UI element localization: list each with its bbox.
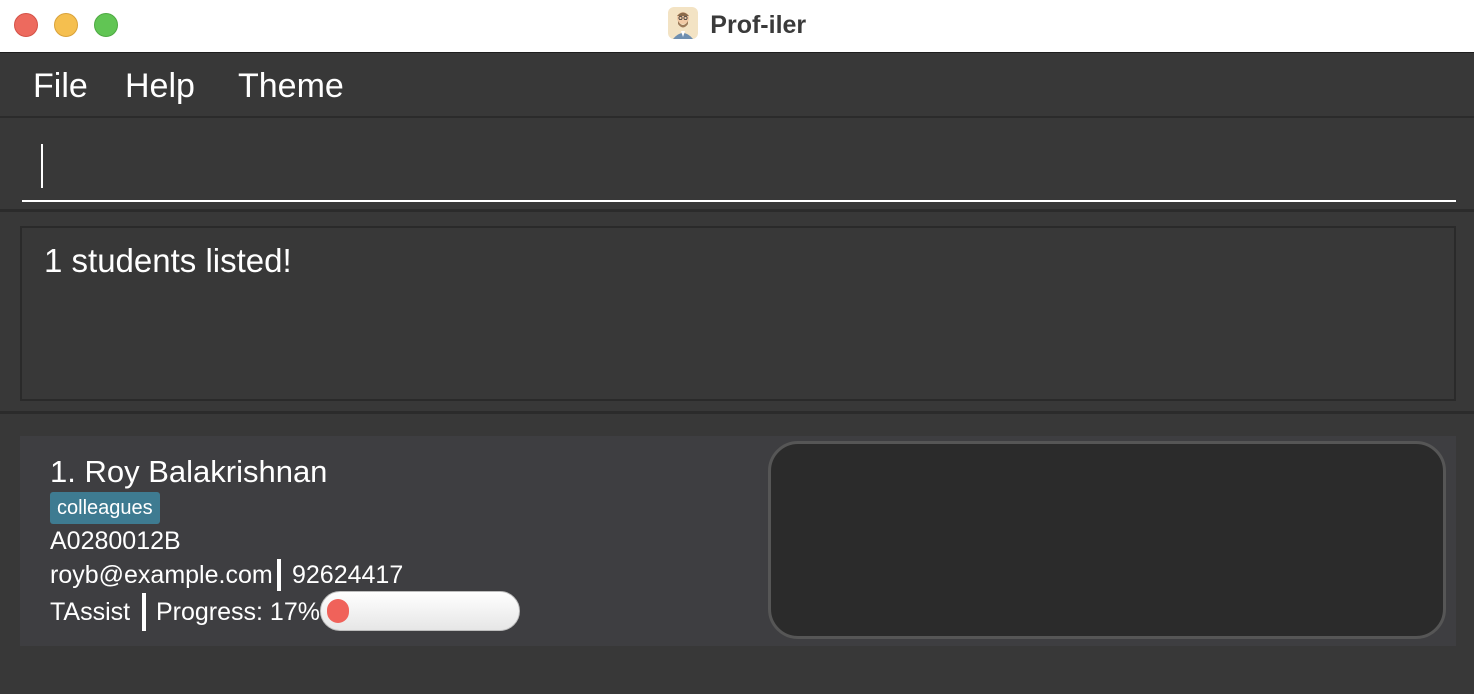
result-message: 1 students listed! <box>44 242 292 279</box>
student-github: TAssist <box>50 598 131 626</box>
menu-bar: File Help Theme <box>0 54 1474 118</box>
tag-badge: colleagues <box>50 492 160 524</box>
command-box-area <box>0 120 1474 212</box>
student-name: 1. Roy Balakrishnan <box>50 454 328 489</box>
title-bar: Prof-iler <box>0 0 1474 53</box>
student-list[interactable]: 1. Roy Balakrishnan colleagues A0280012B… <box>0 416 1474 694</box>
student-email: royb@example.com <box>50 561 273 589</box>
progress-label: Progress: 17% <box>156 598 320 626</box>
student-phone: 92624417 <box>292 561 404 589</box>
window-title: Prof-iler <box>710 10 807 39</box>
field-separator <box>142 593 146 631</box>
student-detail-panel <box>768 441 1446 639</box>
menu-help[interactable]: Help <box>125 67 195 106</box>
result-display-area: 1 students listed! <box>0 215 1474 414</box>
progress-fill <box>327 599 349 623</box>
field-separator <box>277 559 281 591</box>
student-card[interactable]: 1. Roy Balakrishnan colleagues A0280012B… <box>20 436 1456 646</box>
text-caret <box>41 144 43 188</box>
progress-bar <box>320 591 520 631</box>
command-input[interactable] <box>22 124 1456 202</box>
student-id: A0280012B <box>50 527 181 555</box>
menu-file[interactable]: File <box>33 67 88 106</box>
result-display: 1 students listed! <box>20 226 1456 401</box>
professor-avatar-icon <box>667 7 698 39</box>
menu-theme[interactable]: Theme <box>238 67 344 106</box>
